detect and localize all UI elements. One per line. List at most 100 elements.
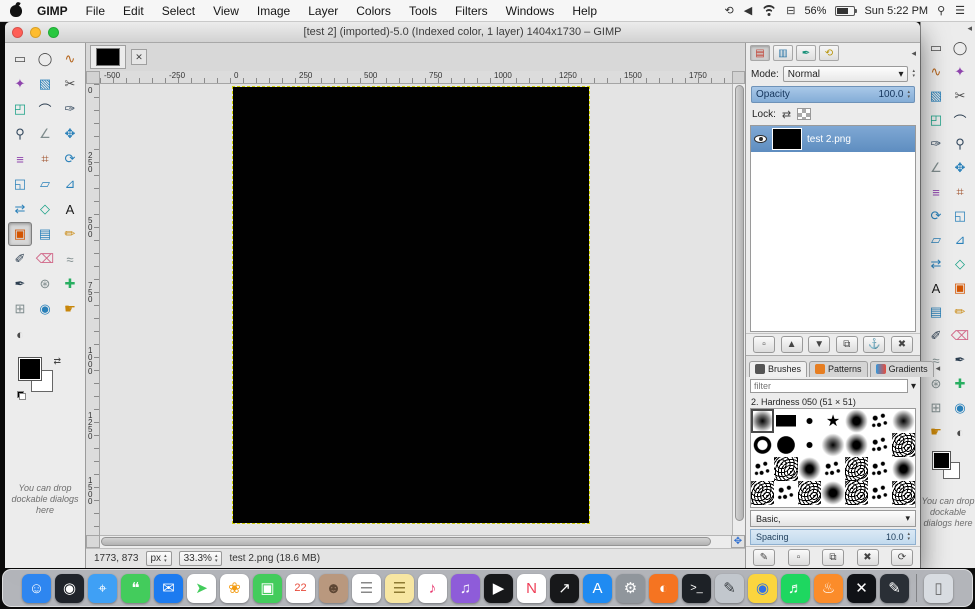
crop-tool[interactable]: ⌗ (33, 147, 57, 171)
vertical-scrollbar[interactable] (732, 84, 745, 535)
clone-tool[interactable]: ⊛ (33, 272, 57, 296)
gimp-dock-icon[interactable]: ✎ (715, 573, 744, 603)
raise-layer-button[interactable]: ▲ (780, 336, 803, 353)
brush-swatch-texture[interactable] (891, 481, 915, 505)
move-tool[interactable]: ✥ (948, 156, 972, 180)
text-tool[interactable]: A (58, 197, 82, 221)
scale-tool[interactable]: ◱ (948, 204, 972, 228)
zoom-tool[interactable]: ⚲ (8, 122, 32, 146)
calendar-dock-icon[interactable]: 22 (286, 573, 315, 603)
notes-dock-icon[interactable]: ☰ (385, 573, 414, 603)
brush-swatch-spray[interactable] (868, 409, 892, 433)
facetime-dock-icon[interactable]: ▣ (253, 573, 282, 603)
brush-swatch-blob[interactable] (821, 481, 845, 505)
ruler-origin-button[interactable] (86, 71, 100, 84)
terminal-dock-icon[interactable]: >_ (682, 573, 711, 603)
time-machine-icon[interactable]: ⟲ (725, 4, 734, 17)
select-by-color-tool[interactable]: ▧ (924, 84, 948, 108)
anchor-layer-button[interactable]: ⚓ (863, 336, 886, 353)
panel-collapse-icon[interactable]: ◂ (967, 23, 972, 35)
brush-swatch-blob[interactable] (844, 409, 869, 433)
duplicate-brush-button[interactable]: ⧉ (822, 549, 844, 566)
color-picker-tool[interactable]: ✑ (924, 132, 948, 156)
paths-tool[interactable]: ⌒ (33, 97, 57, 121)
fuzzy-select-tool[interactable]: ✦ (8, 72, 32, 96)
brush-swatch-blob[interactable] (844, 433, 869, 457)
flip-tool[interactable]: ⇄ (924, 252, 948, 276)
foreground-select-tool[interactable]: ◰ (924, 108, 948, 132)
rotate-tool[interactable]: ⟳ (924, 204, 948, 228)
brush-swatch-texture[interactable] (774, 457, 798, 481)
menu-windows[interactable]: Windows (497, 4, 564, 18)
canvas-menu-button[interactable] (732, 71, 745, 84)
brush-swatch-spray[interactable] (868, 433, 892, 457)
brush-swatch-dot[interactable] (797, 409, 822, 433)
brush-swatch-ring[interactable] (751, 433, 775, 457)
bucket-fill-tool[interactable]: ▣ (948, 276, 972, 300)
blur-sharpen-tool[interactable]: ◉ (948, 396, 972, 420)
lower-layer-button[interactable]: ▼ (808, 336, 831, 353)
perspective-clone-tool[interactable]: ⊞ (8, 297, 32, 321)
brush-swatch-soft[interactable] (821, 433, 845, 457)
brush-swatch-spray[interactable] (868, 481, 892, 505)
brush-swatch-blob[interactable] (797, 457, 822, 481)
app-store-dock-icon[interactable]: A (583, 573, 612, 603)
chevron-down-icon[interactable]: ▾ (911, 381, 916, 392)
menu-view[interactable]: View (204, 4, 248, 18)
apple-menu-icon[interactable] (10, 4, 22, 17)
mode-spinner[interactable]: ▴ ▾ (912, 69, 915, 79)
layers-tab[interactable]: ▤ (750, 45, 770, 61)
navigation-button[interactable]: ✥ (731, 535, 745, 548)
brush-group-select[interactable]: Basic, ▾ (750, 510, 916, 527)
align-tool[interactable]: ≡ (8, 147, 32, 171)
trash-dock-icon[interactable]: ▯ (924, 573, 953, 603)
tab-gradients[interactable]: Gradients (869, 361, 934, 377)
menu-image[interactable]: Image (248, 4, 299, 18)
maps-dock-icon[interactable]: ➤ (187, 573, 216, 603)
brush-swatch-star[interactable]: ★ (821, 409, 844, 433)
ellipse-select-tool[interactable]: ◯ (948, 36, 972, 60)
vertical-scrollbar-thumb[interactable] (734, 85, 744, 521)
panel-collapse-icon[interactable]: ◂ (936, 363, 941, 374)
contacts-dock-icon[interactable]: ☻ (319, 573, 348, 603)
menu-file[interactable]: File (77, 4, 114, 18)
rotate-tool[interactable]: ⟳ (58, 147, 82, 171)
move-tool[interactable]: ✥ (58, 122, 82, 146)
menu-select[interactable]: Select (153, 4, 204, 18)
opacity-spinner[interactable]: ▴ ▾ (907, 89, 910, 100)
airbrush-tool[interactable]: ≈ (58, 247, 82, 271)
finder-dock-icon[interactable]: ☺ (22, 573, 51, 603)
smudge-tool[interactable]: ☛ (924, 420, 948, 444)
menu-help[interactable]: Help (563, 4, 606, 18)
foreground-color-swatch[interactable] (19, 358, 41, 380)
zoom-spinner[interactable]: ▴ ▾ (215, 553, 218, 564)
brush-swatch-bar[interactable] (774, 409, 798, 433)
menu-layer[interactable]: Layer (299, 4, 347, 18)
tab-patterns[interactable]: Patterns (809, 361, 868, 377)
paintbrush-tool[interactable]: ✐ (8, 247, 32, 271)
measure-tool[interactable]: ∠ (33, 122, 57, 146)
pencil-tool[interactable]: ✏ (58, 222, 82, 246)
spin-down-icon[interactable]: ▾ (215, 558, 218, 564)
paths-tab[interactable]: ✒ (796, 45, 816, 61)
safari-dock-icon[interactable]: ⌖ (88, 573, 117, 603)
lock-alpha-icon[interactable] (797, 108, 812, 120)
unit-selector[interactable]: px ▴ ▾ (145, 551, 172, 566)
spin-down-icon[interactable]: ▾ (912, 74, 915, 79)
spacing-spinner[interactable]: ▴ ▾ (907, 532, 910, 542)
heal-tool[interactable]: ✚ (58, 272, 82, 296)
layer-row[interactable]: test 2.png (751, 126, 915, 152)
brush-swatch-soft[interactable] (891, 409, 915, 433)
menu-colors[interactable]: Colors (347, 4, 400, 18)
x11-dock-icon[interactable]: ✕ (847, 573, 876, 603)
menu-gimp[interactable]: GIMP (28, 4, 77, 18)
align-tool[interactable]: ≡ (924, 180, 948, 204)
duplicate-layer-button[interactable]: ⧉ (835, 336, 858, 353)
edit-brush-button[interactable]: ✎ (753, 549, 775, 566)
bucket-fill-tool[interactable]: ▣ (8, 222, 32, 246)
brush-swatch-texture[interactable] (844, 481, 869, 505)
brush-swatch-hard[interactable] (774, 433, 798, 457)
reset-colors-icon[interactable] (17, 391, 26, 400)
smudge-tool[interactable]: ☛ (58, 297, 82, 321)
shear-tool[interactable]: ▱ (924, 228, 948, 252)
